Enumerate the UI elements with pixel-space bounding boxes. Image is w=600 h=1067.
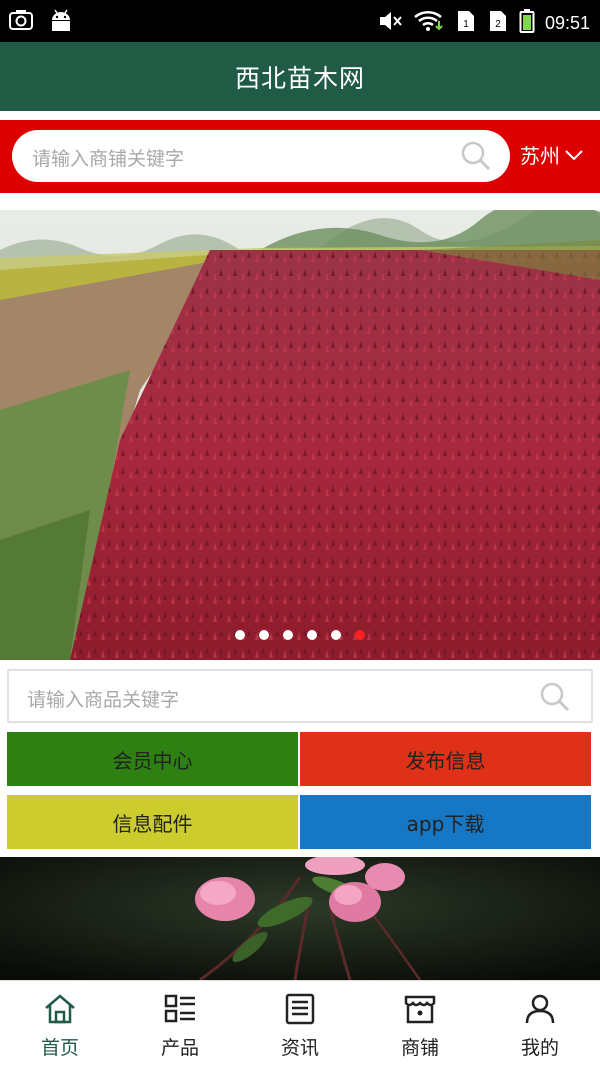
tab-products[interactable]: 产品 xyxy=(120,981,240,1067)
city-label: 苏州 xyxy=(520,144,560,168)
home-icon xyxy=(43,993,77,1029)
user-icon xyxy=(523,993,557,1029)
carousel-indicators xyxy=(0,630,600,640)
shop-search-bar: 请输入商铺关键字 苏州 xyxy=(0,120,600,193)
grid-list-icon xyxy=(163,993,197,1029)
tab-news[interactable]: 资讯 xyxy=(240,981,360,1067)
store-icon xyxy=(403,993,437,1029)
carousel-dot[interactable] xyxy=(307,630,317,640)
page-title: 西北苗木网 xyxy=(234,64,365,93)
shop-search-input[interactable]: 请输入商铺关键字 xyxy=(12,130,510,182)
member-center-button[interactable]: 会员中心 xyxy=(7,732,298,786)
svg-text:2: 2 xyxy=(495,19,501,30)
android-icon xyxy=(48,8,74,36)
tab-label: 我的 xyxy=(520,1037,559,1059)
battery-icon xyxy=(519,8,535,38)
shop-search-placeholder: 请输入商铺关键字 xyxy=(32,148,185,170)
chevron-down-icon xyxy=(564,143,584,167)
clock: 09:51 xyxy=(544,12,590,33)
screenshot-icon xyxy=(8,8,34,36)
tab-stores[interactable]: 商铺 xyxy=(360,981,480,1067)
carousel-dot-active[interactable] xyxy=(355,630,365,640)
tab-home[interactable]: 首页 xyxy=(0,981,120,1067)
svg-text:1: 1 xyxy=(463,19,469,30)
product-search-placeholder: 请输入商品关键字 xyxy=(27,689,180,711)
title-bar: 西北苗木网 xyxy=(0,42,600,111)
info-accessories-button[interactable]: 信息配件 xyxy=(7,795,298,849)
sim1-icon: 1 xyxy=(455,9,477,37)
banner-carousel[interactable] xyxy=(0,210,600,660)
tab-mine[interactable]: 我的 xyxy=(480,981,600,1067)
status-bar: 1 2 09:51 xyxy=(0,0,600,42)
mute-icon xyxy=(377,9,403,37)
tab-label: 资讯 xyxy=(280,1037,319,1059)
publish-info-button[interactable]: 发布信息 xyxy=(300,732,591,786)
city-selector[interactable]: 苏州 xyxy=(520,140,584,169)
product-search-input[interactable]: 请输入商品关键字 xyxy=(7,669,593,723)
tab-label: 首页 xyxy=(40,1037,79,1059)
news-icon xyxy=(283,993,317,1029)
promo-banner[interactable] xyxy=(0,857,600,980)
sim2-icon: 2 xyxy=(487,9,509,37)
app-download-button[interactable]: app下载 xyxy=(300,795,591,849)
wifi-icon xyxy=(413,9,445,37)
banner-image xyxy=(0,210,600,660)
tab-label: 产品 xyxy=(160,1037,199,1059)
carousel-dot[interactable] xyxy=(235,630,245,640)
search-icon[interactable] xyxy=(460,140,492,176)
tab-label: 商铺 xyxy=(400,1037,439,1059)
carousel-dot[interactable] xyxy=(331,630,341,640)
flower-image xyxy=(0,857,600,980)
carousel-dot[interactable] xyxy=(283,630,293,640)
search-icon[interactable] xyxy=(539,681,571,717)
bottom-tab-bar: 首页 产品 资讯 商铺 我的 xyxy=(0,980,600,1067)
carousel-dot[interactable] xyxy=(259,630,269,640)
